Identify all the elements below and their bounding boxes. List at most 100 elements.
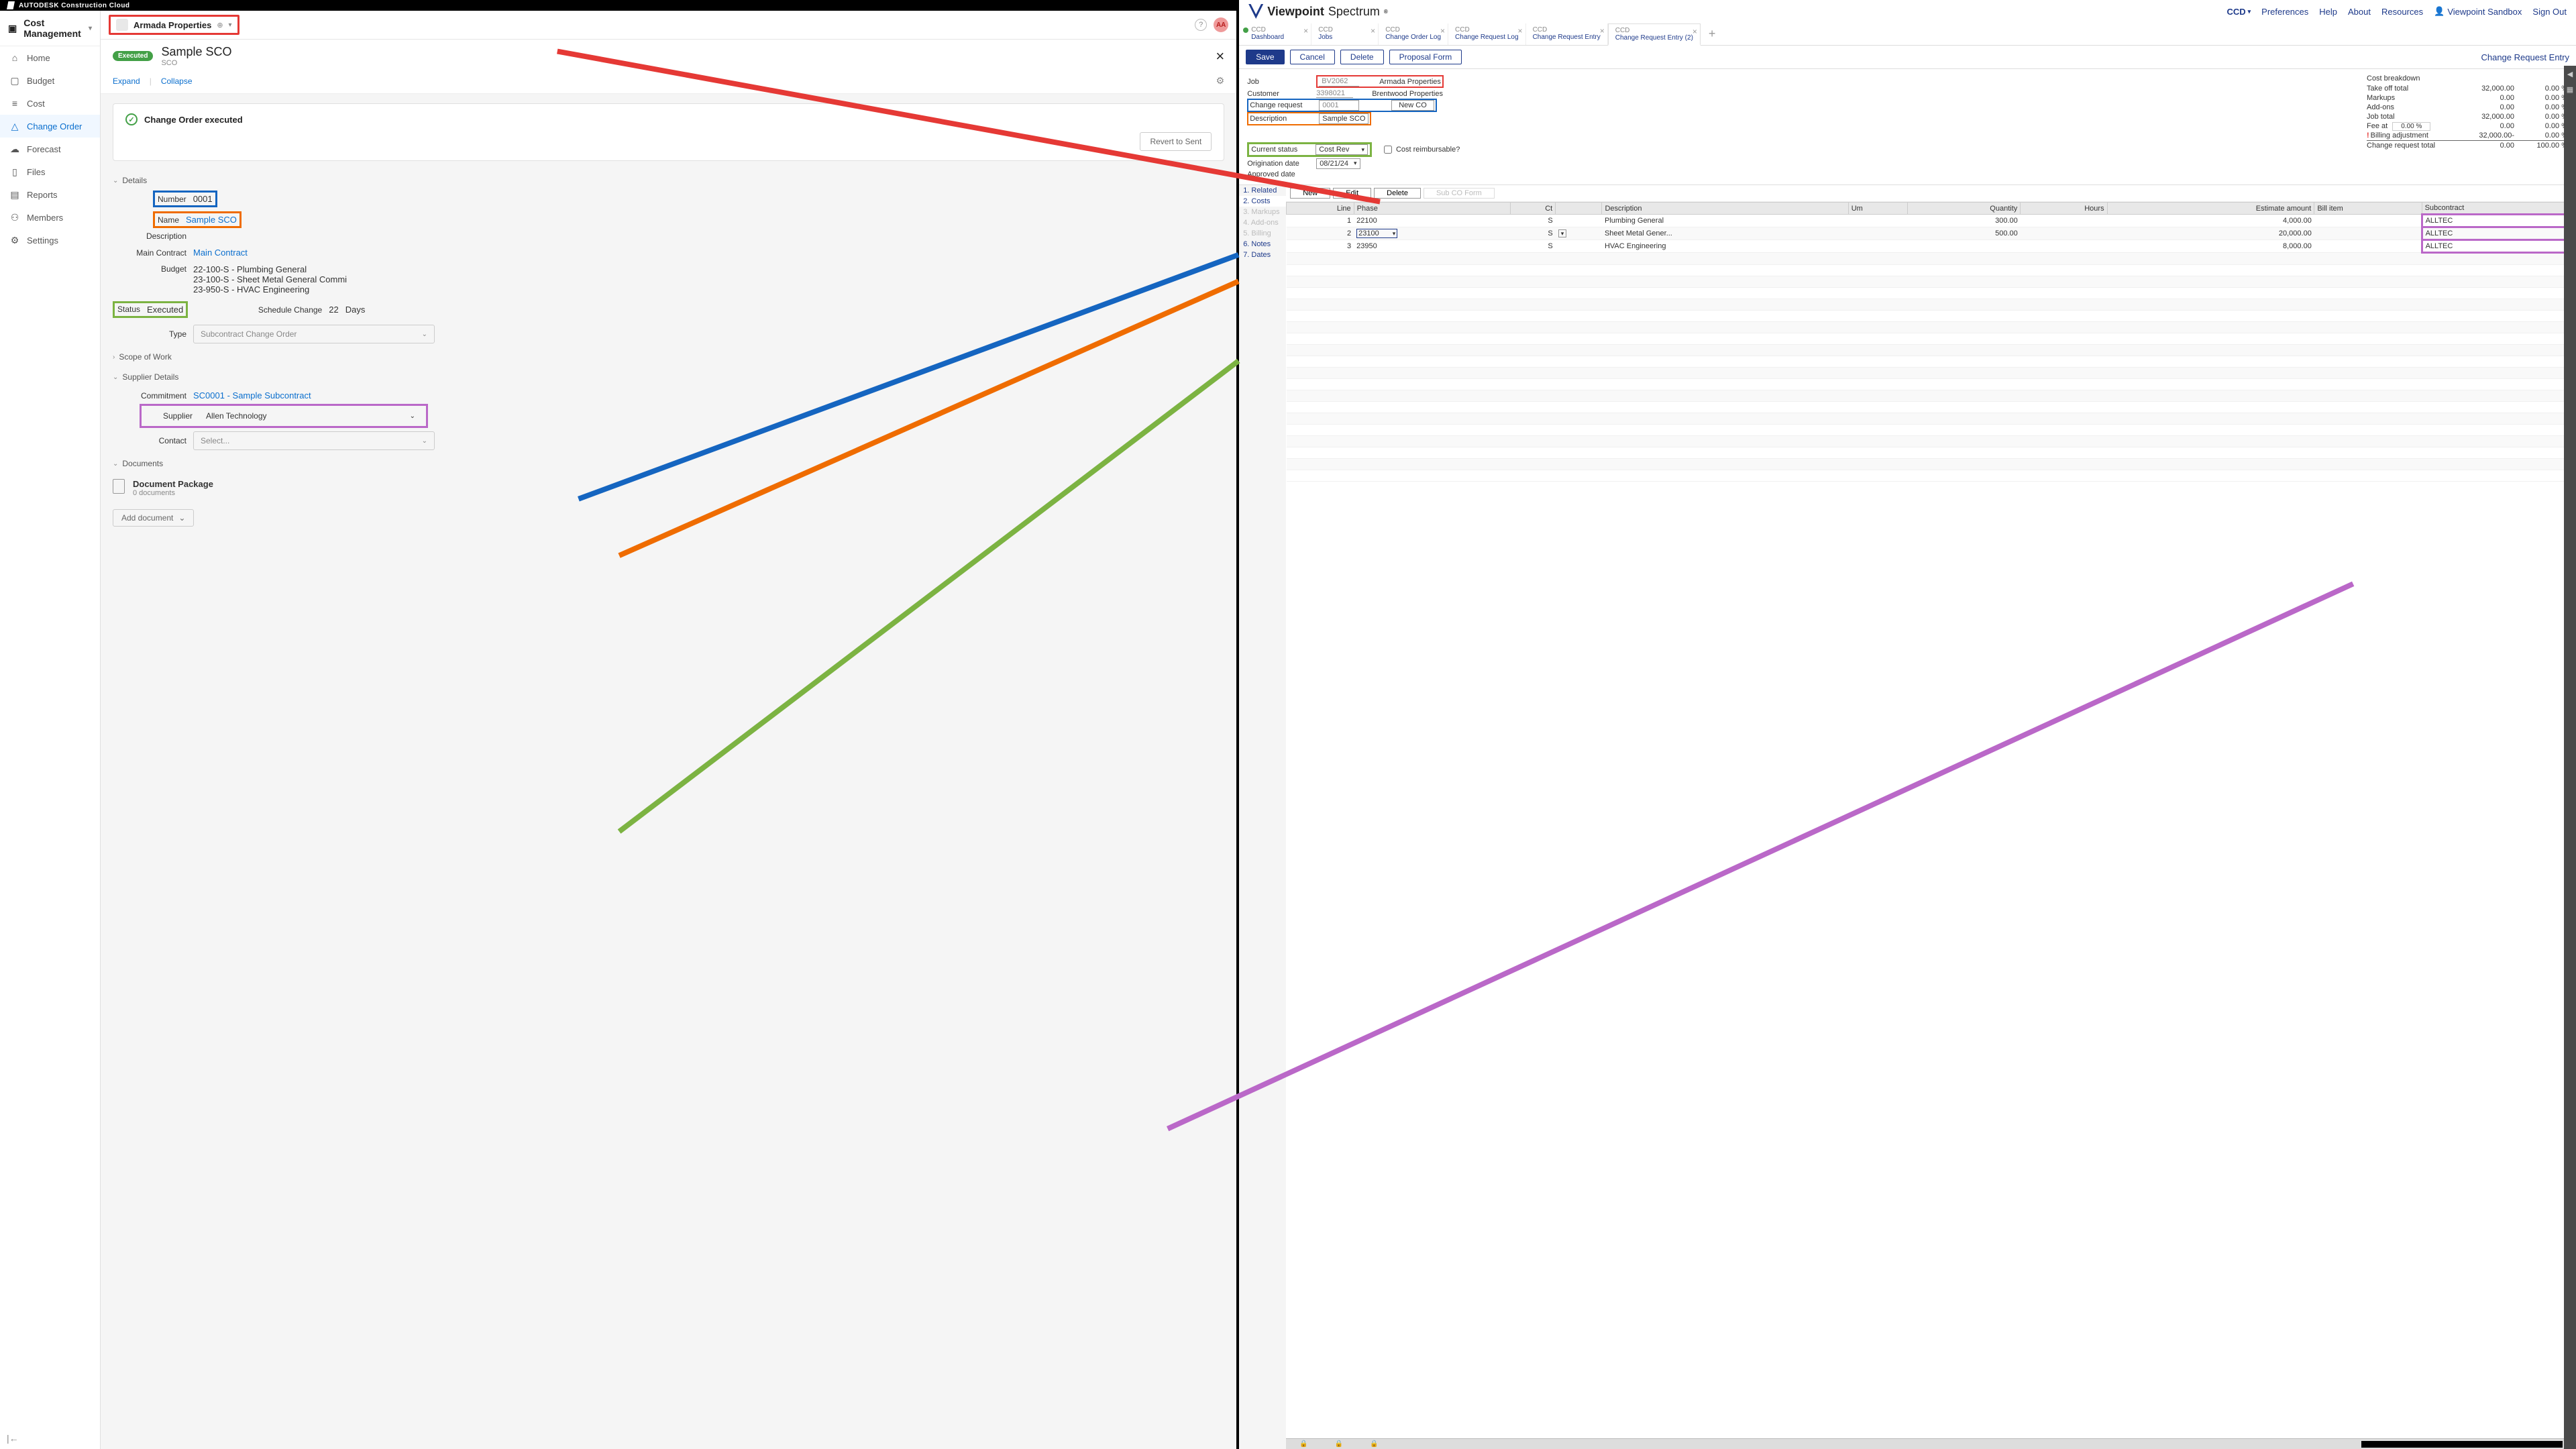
delete-button[interactable]: Delete xyxy=(1374,188,1421,199)
job-input[interactable]: BV2062 xyxy=(1319,76,1359,87)
module-selector[interactable]: ▣ Cost Management ▾ xyxy=(0,11,100,46)
collapse-icon[interactable]: ◀ xyxy=(2567,70,2573,78)
module-icon: ▣ xyxy=(8,23,17,34)
close-tab-icon[interactable]: × xyxy=(1440,26,1445,36)
close-tab-icon[interactable]: × xyxy=(1693,27,1697,36)
section-scope[interactable]: › Scope of Work xyxy=(113,347,1224,367)
subnav-costs[interactable]: 2. Costs xyxy=(1239,196,1286,207)
scrollbar[interactable] xyxy=(2361,1441,2563,1448)
grid-row[interactable]: 122100SPlumbing General300.004,000.00ALL… xyxy=(1287,215,2575,227)
nav-about[interactable]: About xyxy=(2348,7,2371,17)
sidebar-item-reports[interactable]: ▤Reports xyxy=(0,183,100,206)
nav-resources[interactable]: Resources xyxy=(2381,7,2423,17)
col-header[interactable]: Line xyxy=(1287,203,1354,215)
subnav-notes[interactable]: 6. Notes xyxy=(1239,239,1286,250)
col-header[interactable]: Hours xyxy=(2021,203,2107,215)
sidebar-item-files[interactable]: ▯Files xyxy=(0,160,100,183)
lock-icon: 🔒 xyxy=(1335,1440,1343,1448)
col-header[interactable]: Ct xyxy=(1510,203,1555,215)
page-title: Change Request Entry xyxy=(2481,52,2569,62)
sidebar-item-budget[interactable]: ▢Budget xyxy=(0,69,100,92)
sidebar-collapse-icon[interactable]: |← xyxy=(7,1433,19,1444)
orig-date-input[interactable]: 08/21/24▾ xyxy=(1316,158,1360,169)
help-icon[interactable]: ? xyxy=(1195,19,1207,31)
ccd-dropdown[interactable]: CCD ▾ xyxy=(2226,7,2251,17)
panel-icon[interactable]: ▦ xyxy=(2567,85,2573,94)
subnav-related[interactable]: 1. Related xyxy=(1239,185,1286,196)
signout-link[interactable]: Sign Out xyxy=(2532,7,2567,17)
collapse-link[interactable]: Collapse xyxy=(161,76,193,86)
tab-jobs[interactable]: CCDJobs× xyxy=(1311,23,1379,45)
nav-preferences[interactable]: Preferences xyxy=(2261,7,2308,17)
project-selector[interactable]: Armada Properties ⊕ ▾ xyxy=(109,15,239,35)
close-tab-icon[interactable]: × xyxy=(1303,26,1308,36)
schedule-unit: Days xyxy=(345,305,366,315)
tab-dashboard[interactable]: CCDDashboard× xyxy=(1244,23,1311,45)
commitment-link[interactable]: SC0001 - Sample Subcontract xyxy=(193,390,311,400)
phase-select[interactable]: 23100 ▾ xyxy=(1356,229,1397,238)
change order-icon: △ xyxy=(9,121,20,131)
desc-input[interactable]: Sample SCO xyxy=(1319,113,1368,124)
nav-help[interactable]: Help xyxy=(2319,7,2337,17)
col-header[interactable]: Phase xyxy=(1354,203,1510,215)
settings-icon[interactable]: ⚙ xyxy=(1216,75,1225,87)
proposal-button[interactable]: Proposal Form xyxy=(1389,50,1462,64)
cancel-button[interactable]: Cancel xyxy=(1290,50,1335,64)
nav-user[interactable]: 👤 Viewpoint Sandbox xyxy=(2434,6,2522,17)
sidebar-item-change-order[interactable]: △Change Order xyxy=(0,115,100,138)
section-docs[interactable]: ⌄ Documents xyxy=(113,453,1224,474)
tab-change-request-entry[interactable]: CCDChange Request Entry× xyxy=(1526,23,1608,45)
sidebar-item-settings[interactable]: ⚙Settings xyxy=(0,229,100,252)
user-icon: 👤 xyxy=(2434,6,2445,17)
new-button[interactable]: New xyxy=(1290,188,1330,199)
budget-link[interactable]: 22-100-S - Plumbing General xyxy=(193,264,347,274)
user-avatar[interactable]: AA xyxy=(1214,17,1228,32)
close-icon[interactable]: × xyxy=(1216,48,1224,65)
sidebar-item-cost[interactable]: ≡Cost xyxy=(0,92,100,115)
col-header[interactable]: Quantity xyxy=(1907,203,2021,215)
sidebar-item-members[interactable]: ⚇Members xyxy=(0,206,100,229)
tab-change-request-log[interactable]: CCDChange Request Log× xyxy=(1448,23,1526,45)
content-scroll[interactable]: ✓ Change Order executed Revert to Sent ⌄… xyxy=(101,94,1236,1449)
section-details[interactable]: ⌄ Details xyxy=(113,170,1224,191)
revert-button[interactable]: Revert to Sent xyxy=(1140,132,1212,151)
add-tab-button[interactable]: + xyxy=(1701,23,1724,45)
status-select[interactable]: Cost Rev▾ xyxy=(1316,144,1368,155)
col-header[interactable]: Bill item xyxy=(2314,203,2422,215)
sidebar-item-home[interactable]: ⌂Home xyxy=(0,46,100,69)
main-contract-link[interactable]: Main Contract xyxy=(193,248,248,258)
budget-link[interactable]: 23-100-S - Sheet Metal General Commi xyxy=(193,274,347,284)
contact-select[interactable]: Select... ⌄ xyxy=(193,431,435,450)
subnav-dates[interactable]: 7. Dates xyxy=(1239,250,1286,260)
grid-row[interactable]: 223100 ▾S▾Sheet Metal Gener...500.0020,0… xyxy=(1287,227,2575,240)
delete-button[interactable]: Delete xyxy=(1340,50,1384,64)
cr-input[interactable]: 0001 xyxy=(1319,100,1359,111)
col-header[interactable]: Subcontract xyxy=(2422,203,2575,215)
type-select[interactable]: Subcontract Change Order ⌄ xyxy=(193,325,435,343)
grid-row[interactable]: 323950SHVAC Engineering8,000.00ALLTEC xyxy=(1287,240,2575,253)
sidebar-item-forecast[interactable]: ☁Forecast xyxy=(0,138,100,160)
cb-row: Markups0.000.00 % xyxy=(2367,93,2568,103)
dropdown-icon[interactable]: ▾ xyxy=(1558,229,1567,237)
name-value[interactable]: Sample SCO xyxy=(186,215,237,225)
budget-link[interactable]: 23-950-S - HVAC Engineering xyxy=(193,284,347,294)
save-button[interactable]: Save xyxy=(1246,50,1284,64)
cost-grid[interactable]: LinePhaseCt DescriptionUmQuantityHoursEst… xyxy=(1286,202,2576,1438)
tab-change-request-entry-2-[interactable]: CCDChange Request Entry (2)× xyxy=(1608,23,1701,46)
subco-button[interactable]: Sub CO Form xyxy=(1424,188,1495,199)
close-tab-icon[interactable]: × xyxy=(1371,26,1375,36)
col-header[interactable] xyxy=(1556,203,1602,215)
expand-link[interactable]: Expand xyxy=(113,76,140,86)
add-document-button[interactable]: Add document ⌄ xyxy=(113,509,194,527)
reimb-checkbox[interactable] xyxy=(1384,146,1392,154)
col-header[interactable]: Um xyxy=(1848,203,1907,215)
close-tab-icon[interactable]: × xyxy=(1518,26,1523,36)
col-header[interactable]: Description xyxy=(1602,203,1848,215)
supplier-select[interactable]: Allen Technology ⌄ xyxy=(199,407,422,425)
close-tab-icon[interactable]: × xyxy=(1600,26,1605,36)
new-co-button[interactable]: New CO xyxy=(1391,100,1434,111)
section-supplier[interactable]: ⌄ Supplier Details xyxy=(113,367,1224,387)
tab-change-order-log[interactable]: CCDChange Order Log× xyxy=(1379,23,1448,45)
col-header[interactable]: Estimate amount xyxy=(2107,203,2314,215)
edit-button[interactable]: Edit xyxy=(1333,188,1371,199)
